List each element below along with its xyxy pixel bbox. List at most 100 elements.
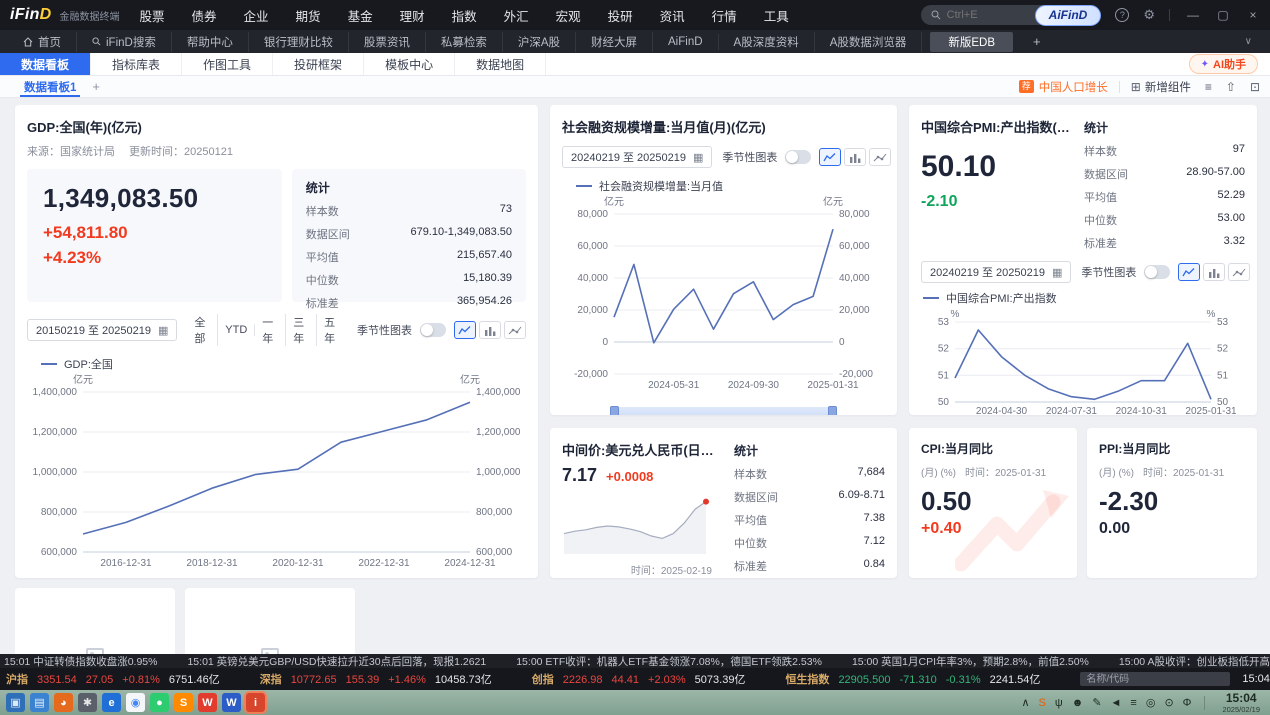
range-button[interactable]: 全部: [187, 314, 218, 346]
index-quote[interactable]: 深指10772.65155.39+1.46%10458.73亿: [260, 671, 492, 687]
close-button[interactable]: ×: [1246, 8, 1260, 22]
user-icon[interactable]: ☻: [1072, 697, 1084, 709]
record-icon[interactable]: ◎: [1146, 696, 1156, 709]
taskbar-app-displays[interactable]: ▣: [6, 693, 25, 712]
taskbar-app-edge[interactable]: e: [102, 693, 121, 712]
notification-icon[interactable]: ⊙: [1164, 696, 1173, 709]
date-range-picker[interactable]: 20150219 至 20250219▦: [27, 319, 177, 341]
tray-expand-icon[interactable]: ∧: [1021, 696, 1029, 709]
recommend-link[interactable]: 中国人口增长: [1039, 79, 1108, 95]
topbar-menu-item[interactable]: 期货: [296, 6, 321, 25]
settings-gear-icon[interactable]: ⚙: [1143, 7, 1155, 23]
topbar-menu-item[interactable]: 资讯: [660, 6, 685, 25]
input-method-icon[interactable]: ψ: [1055, 697, 1063, 709]
seasonal-toggle[interactable]: [785, 150, 811, 164]
taskbar-app-firefox[interactable]: ◕: [54, 693, 73, 712]
taskbar-app-files[interactable]: ▤: [30, 693, 49, 712]
workspace-tab[interactable]: 新版EDB: [930, 32, 1013, 52]
time-range-slider[interactable]: [612, 407, 835, 415]
taskbar-app-wechat[interactable]: ●: [150, 693, 169, 712]
bar-chart-button[interactable]: [844, 148, 866, 166]
workspace-tab[interactable]: A股深度资料: [719, 32, 815, 52]
quote-search-input[interactable]: [1080, 672, 1230, 686]
news-item[interactable]: 15:01 中证转债指数收盘涨0.95%: [4, 654, 157, 668]
workspace-tab[interactable]: 银行理财比较: [249, 32, 349, 52]
sogou-tray-icon[interactable]: S: [1039, 697, 1046, 709]
index-quote[interactable]: 沪指3351.5427.05+0.81%6751.46亿: [6, 671, 220, 687]
nav-item[interactable]: 模板中心: [364, 53, 455, 75]
nav-item[interactable]: 投研框架: [273, 53, 364, 75]
nav-item[interactable]: 数据地图: [455, 53, 546, 75]
topbar-menu-item[interactable]: 债券: [192, 6, 217, 25]
topbar-menu-item[interactable]: 基金: [348, 6, 373, 25]
workspace-tab[interactable]: 股票资讯: [349, 32, 426, 52]
seasonal-toggle[interactable]: [1144, 265, 1170, 279]
seasonal-toggle[interactable]: [420, 323, 446, 337]
scatter-chart-button[interactable]: [504, 321, 526, 339]
scatter-chart-button[interactable]: [1228, 263, 1250, 281]
power-icon[interactable]: Φ: [1183, 697, 1192, 709]
global-search-input[interactable]: [947, 9, 1037, 21]
taskbar-app-wps[interactable]: W: [198, 693, 217, 712]
nav-item[interactable]: 作图工具: [182, 53, 273, 75]
date-range-picker[interactable]: 20240219 至 20250219▦: [562, 146, 712, 168]
ai-assistant-button[interactable]: ✦AI助手: [1189, 54, 1258, 74]
topbar-menu-item[interactable]: 行情: [712, 6, 737, 25]
add-widget-button[interactable]: ⊞新增组件: [1131, 79, 1191, 95]
workspace-tab[interactable]: 沪深A股: [503, 32, 576, 52]
topbar-menu-item[interactable]: 外汇: [504, 6, 529, 25]
index-quote[interactable]: 恒生指数22905.500-71.310-0.31%2241.54亿: [785, 671, 1040, 687]
news-item[interactable]: 15:00 英国1月CPI年率3%，预期2.8%，前值2.50%: [852, 654, 1089, 668]
workspace-tab[interactable]: 财经大屏: [576, 32, 653, 52]
layout-menu-icon[interactable]: ≡: [1205, 80, 1212, 94]
topbar-menu-item[interactable]: 指数: [452, 6, 477, 25]
chevron-down-icon[interactable]: ∨: [1245, 36, 1252, 47]
fullscreen-icon[interactable]: ⊡: [1250, 80, 1260, 94]
taskbar-app-ifind-terminal[interactable]: i: [246, 693, 265, 712]
topbar-menu-item[interactable]: 企业: [244, 6, 269, 25]
minimize-button[interactable]: —: [1186, 8, 1200, 22]
layers-icon[interactable]: ≡: [1130, 697, 1136, 709]
news-item[interactable]: 15:00 A股收评：创业板指低开高走涨超2%，全市场超4600只个股上涨: [1119, 654, 1270, 668]
board-tab-active[interactable]: 数据看板1: [20, 76, 80, 97]
range-button[interactable]: 三年: [286, 314, 317, 346]
news-item[interactable]: 15:01 英镑兑美元GBP/USD快速拉升近30点后回落，现报1.2621: [187, 654, 486, 668]
news-item[interactable]: 15:00 ETF收评：机器人ETF基金领涨7.08%，德国ETF领跌2.53%: [516, 654, 822, 668]
topbar-menu-item[interactable]: 宏观: [556, 6, 581, 25]
taskbar-app-chrome[interactable]: ◉: [126, 693, 145, 712]
help-icon[interactable]: ?: [1115, 8, 1129, 22]
workspace-tab[interactable]: AiFinD: [653, 34, 719, 50]
workspace-tab[interactable]: 帮助中心: [172, 32, 249, 52]
slider-handle-left[interactable]: [610, 406, 619, 415]
topbar-menu-item[interactable]: 投研: [608, 6, 633, 25]
slider-handle-right[interactable]: [828, 406, 837, 415]
range-button[interactable]: 一年: [255, 314, 286, 346]
line-chart-button[interactable]: [1178, 263, 1200, 281]
add-tab-button[interactable]: +: [1033, 34, 1041, 49]
share-icon[interactable]: ⇧: [1226, 80, 1236, 94]
topbar-menu-item[interactable]: 理财: [400, 6, 425, 25]
nav-item[interactable]: 指标库表: [91, 53, 182, 75]
topbar-menu-item[interactable]: 股票: [140, 6, 165, 25]
line-chart-button[interactable]: [454, 321, 476, 339]
taskbar-app-sogou[interactable]: S: [174, 693, 193, 712]
workspace-tab[interactable]: 首页: [8, 32, 77, 52]
pen-icon[interactable]: ✎: [1092, 696, 1101, 709]
workspace-tab[interactable]: 私募检索: [426, 32, 503, 52]
taskbar-app-tools[interactable]: ✱: [78, 693, 97, 712]
workspace-tab[interactable]: iFinD搜索: [77, 32, 172, 52]
workspace-tab[interactable]: A股数据浏览器: [815, 32, 923, 52]
scatter-chart-button[interactable]: [869, 148, 891, 166]
line-chart-button[interactable]: [819, 148, 841, 166]
maximize-button[interactable]: ▢: [1216, 8, 1230, 22]
volume-icon[interactable]: ◄: [1111, 697, 1122, 709]
topbar-menu-item[interactable]: 工具: [764, 6, 789, 25]
aifind-button[interactable]: AiFinD: [1035, 5, 1102, 26]
nav-item[interactable]: 数据看板: [0, 53, 91, 75]
taskbar-clock[interactable]: 15:04 2025/02/19: [1222, 692, 1260, 714]
index-quote[interactable]: 创指2226.9844.41+2.03%5073.39亿: [532, 671, 746, 687]
range-button[interactable]: 五年: [317, 314, 347, 346]
add-board-button[interactable]: +: [92, 79, 100, 94]
bar-chart-button[interactable]: [1203, 263, 1225, 281]
bar-chart-button[interactable]: [479, 321, 501, 339]
